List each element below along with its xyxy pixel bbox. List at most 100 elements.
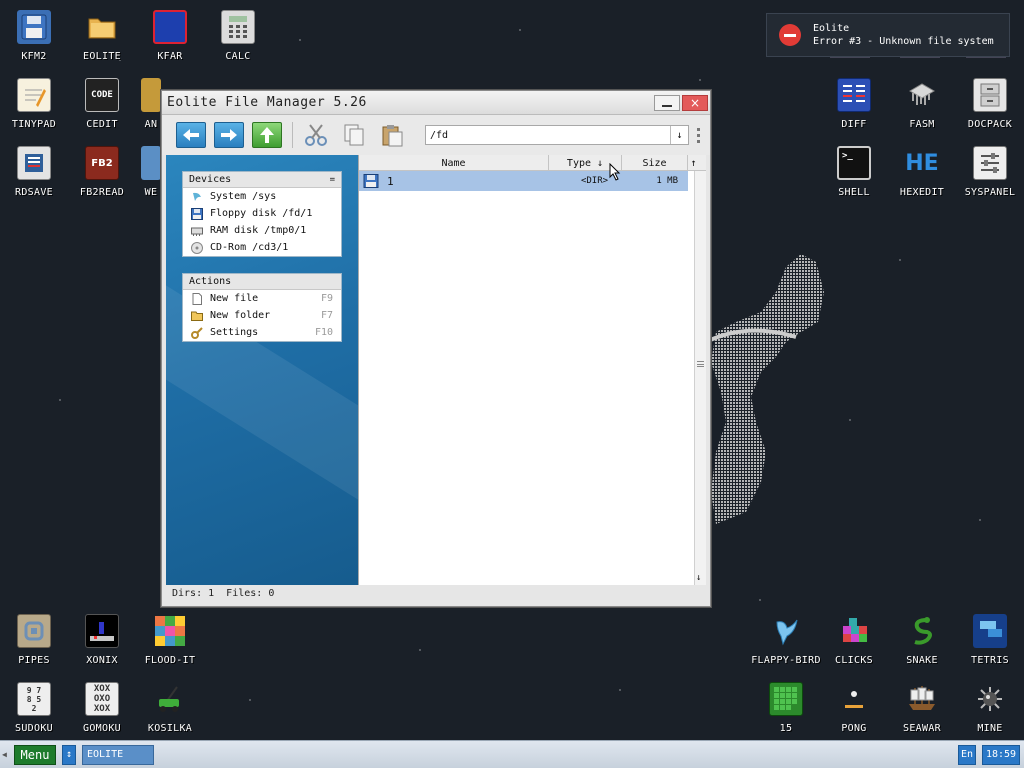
window-titlebar[interactable]: Eolite File Manager 5.26 × — [162, 91, 710, 115]
desktop-icon-sudoku[interactable]: 9 78 52 SUDOKU — [0, 676, 68, 740]
taskbar-item-eolite[interactable]: EOLITE — [82, 744, 154, 765]
desktop-icon-15[interactable]: 15 — [752, 676, 820, 740]
vertical-scrollbar[interactable]: ↓ — [694, 171, 706, 585]
desktop-icon-flappy-bird[interactable]: FLAPPY-BIRD — [751, 608, 821, 672]
copy-icon — [344, 124, 364, 146]
desktop-icon-label: TINYPAD — [11, 119, 57, 130]
desktop-icon-kfm2[interactable]: KFM2 — [0, 4, 68, 68]
file-name: 1 — [387, 174, 394, 188]
mine-icon — [973, 682, 1007, 716]
desktop-icon-fasm[interactable]: FASM — [888, 72, 956, 136]
desktop-icon-pong[interactable]: PONG — [820, 676, 888, 740]
desktop-icon-flood-it[interactable]: FLOOD-IT — [136, 608, 204, 672]
desktop-icon-label: WE — [144, 187, 158, 198]
address-dropdown-button[interactable]: ↓ — [670, 126, 688, 144]
pong-icon — [837, 682, 871, 716]
device-item-floppy[interactable]: Floppy disk /fd/1 — [183, 205, 341, 222]
desktop-icon-label: FASM — [909, 119, 935, 130]
desktop-icon-mine[interactable]: MINE — [956, 676, 1024, 740]
cut-button[interactable] — [301, 122, 331, 148]
desktop-icon-snake[interactable]: SNAKE — [888, 608, 956, 672]
hex-editor-icon: HE — [905, 150, 939, 176]
desktop-icon-calc[interactable]: CALC — [204, 4, 272, 68]
desktop-icon-label: FLAPPY-BIRD — [751, 655, 821, 666]
action-new-folder[interactable]: New folder F7 — [183, 307, 341, 324]
desktop-icon-syspanel[interactable]: SYSPANEL — [956, 140, 1024, 204]
desktop-icon-clicks[interactable]: CLICKS — [820, 608, 888, 672]
back-button[interactable] — [176, 122, 206, 148]
up-button[interactable] — [252, 122, 282, 148]
device-item-cdrom[interactable]: CD-Rom /cd3/1 — [183, 239, 341, 256]
lawnmower-icon — [153, 682, 187, 716]
desktop-icon-eolite[interactable]: EOLITE — [68, 4, 136, 68]
scrollbar-grip-icon[interactable] — [697, 361, 704, 367]
desktop-icon-label: DIFF — [841, 119, 867, 130]
desktop-icon-rdsave[interactable]: RDSAVE — [0, 140, 68, 204]
desktop-icon-label: FLOOD-IT — [144, 655, 196, 666]
actions-header-label: Actions — [189, 276, 232, 287]
sudoku-icon: 9 78 52 — [17, 682, 51, 716]
column-type-label: Type — [566, 157, 592, 169]
desktop-icon-label: PONG — [841, 723, 867, 734]
device-item-ram[interactable]: RAM disk /tmp0/1 — [183, 222, 341, 239]
desktop-icon-kosilka[interactable]: KOSILKA — [136, 676, 204, 740]
floppy-icon — [191, 207, 203, 220]
desktop-icon-diff[interactable]: DIFF — [820, 72, 888, 136]
paste-button[interactable] — [377, 122, 407, 148]
sidebar: Devices = System /sys Floppy disk /fd/1 … — [166, 155, 358, 585]
desktop-icon-kfar[interactable]: KFAR — [136, 4, 204, 68]
menu-button[interactable]: Menu — [14, 744, 56, 765]
desktop-icon-pipes[interactable]: PIPES — [0, 608, 68, 672]
ramdisk-save-icon — [17, 146, 51, 180]
ship-icon — [905, 682, 939, 716]
devices-header-label: Devices — [189, 174, 232, 185]
column-name[interactable]: Name — [359, 155, 549, 171]
scroll-up-button[interactable]: ↑ — [688, 155, 699, 171]
action-label: Settings — [210, 327, 259, 338]
pipes-icon — [17, 614, 51, 648]
close-button[interactable]: × — [682, 94, 708, 111]
clock[interactable]: 18:59 — [982, 744, 1020, 765]
action-new-file[interactable]: New file F9 — [183, 290, 341, 307]
desktop-icon-shell[interactable]: >_ SHELL — [820, 140, 888, 204]
floppy-icon — [17, 10, 51, 44]
address-bar[interactable]: /fd ↓ — [425, 125, 689, 145]
clicks-icon — [837, 614, 871, 648]
desktop-icon-xonix[interactable]: XONIX — [68, 608, 136, 672]
status-text: Dirs: 1 Files: 0 — [172, 587, 275, 599]
forward-arrow-icon — [221, 129, 237, 141]
window-switcher-button[interactable]: ↕ — [62, 744, 76, 765]
desktop-icon-seawar[interactable]: SEAWAR — [888, 676, 956, 740]
shortcut-key: F7 — [320, 310, 333, 321]
desktop-icon-cedit[interactable]: CODE CEDIT — [68, 72, 136, 136]
file-list[interactable]: Name Type ↓ Size ↑ 1 <DIR> 1 MB ↓ — [358, 155, 706, 585]
desktop-icon-tetris[interactable]: TETRIS — [956, 608, 1024, 672]
desktop-icon-docpack[interactable]: DOCPACK — [956, 72, 1024, 136]
language-indicator[interactable]: En — [958, 744, 976, 765]
new-file-icon — [191, 292, 203, 305]
device-item-system[interactable]: System /sys — [183, 188, 341, 205]
copy-button[interactable] — [339, 122, 369, 148]
desktop-icon-hexedit[interactable]: HE HEXEDIT — [888, 140, 956, 204]
floppy-icon — [363, 174, 379, 188]
file-row[interactable]: 1 <DIR> 1 MB — [359, 171, 688, 191]
column-size[interactable]: Size — [622, 155, 688, 171]
taskbar-left-arrow-icon[interactable]: ◀ — [2, 750, 12, 759]
desktop-icon-label: EOLITE — [83, 51, 121, 62]
devices-header[interactable]: Devices = — [183, 172, 341, 188]
error-notification[interactable]: Eolite Error #3 - Unknown file system — [766, 13, 1010, 57]
scroll-down-button[interactable]: ↓ — [696, 573, 701, 583]
error-stop-icon — [779, 24, 801, 46]
flood-it-icon — [153, 614, 187, 648]
desktop-icon-fb2read[interactable]: FB2 FB2READ — [68, 140, 136, 204]
desktop-icon-tinypad[interactable]: TINYPAD — [0, 72, 68, 136]
minimize-button[interactable] — [654, 94, 680, 111]
eolite-window: Eolite File Manager 5.26 × /fd ↓ Devices… — [161, 90, 711, 607]
desktop-icon-gomoku[interactable]: XOX OXO XOX GOMOKU — [68, 676, 136, 740]
desktop-icon-label: 15 — [779, 723, 793, 734]
more-options-icon[interactable] — [697, 127, 701, 143]
forward-button[interactable] — [214, 122, 244, 148]
action-settings[interactable]: Settings F10 — [183, 324, 341, 341]
address-input[interactable]: /fd — [426, 130, 670, 141]
devices-menu-icon[interactable]: = — [330, 175, 335, 185]
